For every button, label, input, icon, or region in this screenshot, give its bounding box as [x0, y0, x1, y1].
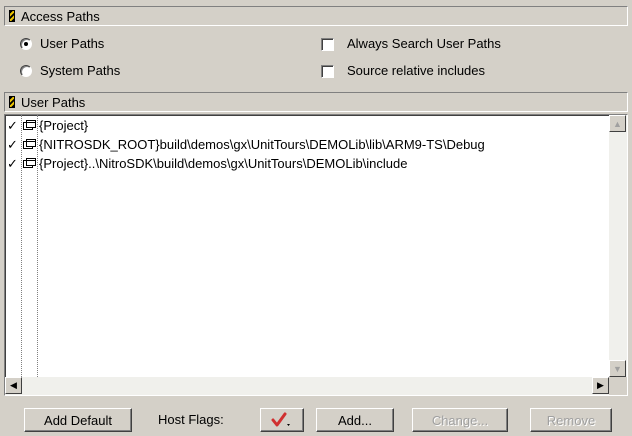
- list-item[interactable]: ✓ {Project}..\NitroSDK\build\demos\gx\Un…: [5, 155, 609, 173]
- grip-icon: [9, 10, 15, 22]
- path-text: {NITROSDK_ROOT}build\demos\gx\UnitTours\…: [39, 137, 485, 152]
- add-default-button[interactable]: Add Default: [24, 408, 132, 432]
- user-paths-header: User Paths: [4, 92, 628, 112]
- host-flags-label: Host Flags:: [158, 412, 224, 427]
- checkmark-icon[interactable]: ✓: [7, 156, 18, 172]
- system-paths-radio-label[interactable]: System Paths: [40, 63, 120, 78]
- remove-button[interactable]: Remove: [530, 408, 612, 432]
- scroll-down-icon[interactable]: ▼: [609, 360, 626, 377]
- user-paths-list[interactable]: ✓ {Project} ✓ {NITROSDK_ROOT}build\demos…: [4, 114, 628, 396]
- vertical-scrollbar[interactable]: ▲ ▼: [609, 115, 627, 377]
- path-text: {Project}..\NitroSDK\build\demos\gx\Unit…: [39, 156, 408, 171]
- source-relative-includes-label[interactable]: Source relative includes: [347, 63, 485, 78]
- user-paths-radio-label[interactable]: User Paths: [40, 36, 104, 51]
- folder-icon: [23, 158, 36, 168]
- red-checkmark-icon: [271, 412, 290, 427]
- host-flags-dropdown-button[interactable]: [260, 408, 304, 432]
- folder-icon: [23, 139, 36, 149]
- always-search-user-paths-label[interactable]: Always Search User Paths: [347, 36, 501, 51]
- user-paths-radio[interactable]: [20, 38, 32, 50]
- checkmark-icon[interactable]: ✓: [7, 137, 18, 153]
- add-button[interactable]: Add...: [316, 408, 394, 432]
- always-search-user-paths-checkbox[interactable]: [321, 38, 334, 51]
- system-paths-radio[interactable]: [20, 65, 32, 77]
- scroll-left-icon[interactable]: ◀: [5, 377, 22, 394]
- horizontal-scrollbar[interactable]: ◀ ▶: [5, 377, 609, 395]
- source-relative-includes-checkbox[interactable]: [321, 65, 334, 78]
- user-paths-title: User Paths: [21, 95, 86, 110]
- path-text: {Project}: [39, 118, 89, 133]
- list-item[interactable]: ✓ {Project}: [5, 117, 609, 135]
- access-paths-title: Access Paths: [21, 9, 100, 24]
- checkmark-icon[interactable]: ✓: [7, 118, 18, 134]
- folder-icon: [23, 120, 36, 130]
- scrollbar-corner: [609, 377, 627, 395]
- scroll-right-icon[interactable]: ▶: [592, 377, 609, 394]
- access-paths-header: Access Paths: [4, 6, 628, 26]
- list-item[interactable]: ✓ {NITROSDK_ROOT}build\demos\gx\UnitTour…: [5, 136, 609, 154]
- change-button[interactable]: Change...: [412, 408, 508, 432]
- scroll-up-icon[interactable]: ▲: [609, 115, 626, 132]
- grip-icon: [9, 96, 15, 108]
